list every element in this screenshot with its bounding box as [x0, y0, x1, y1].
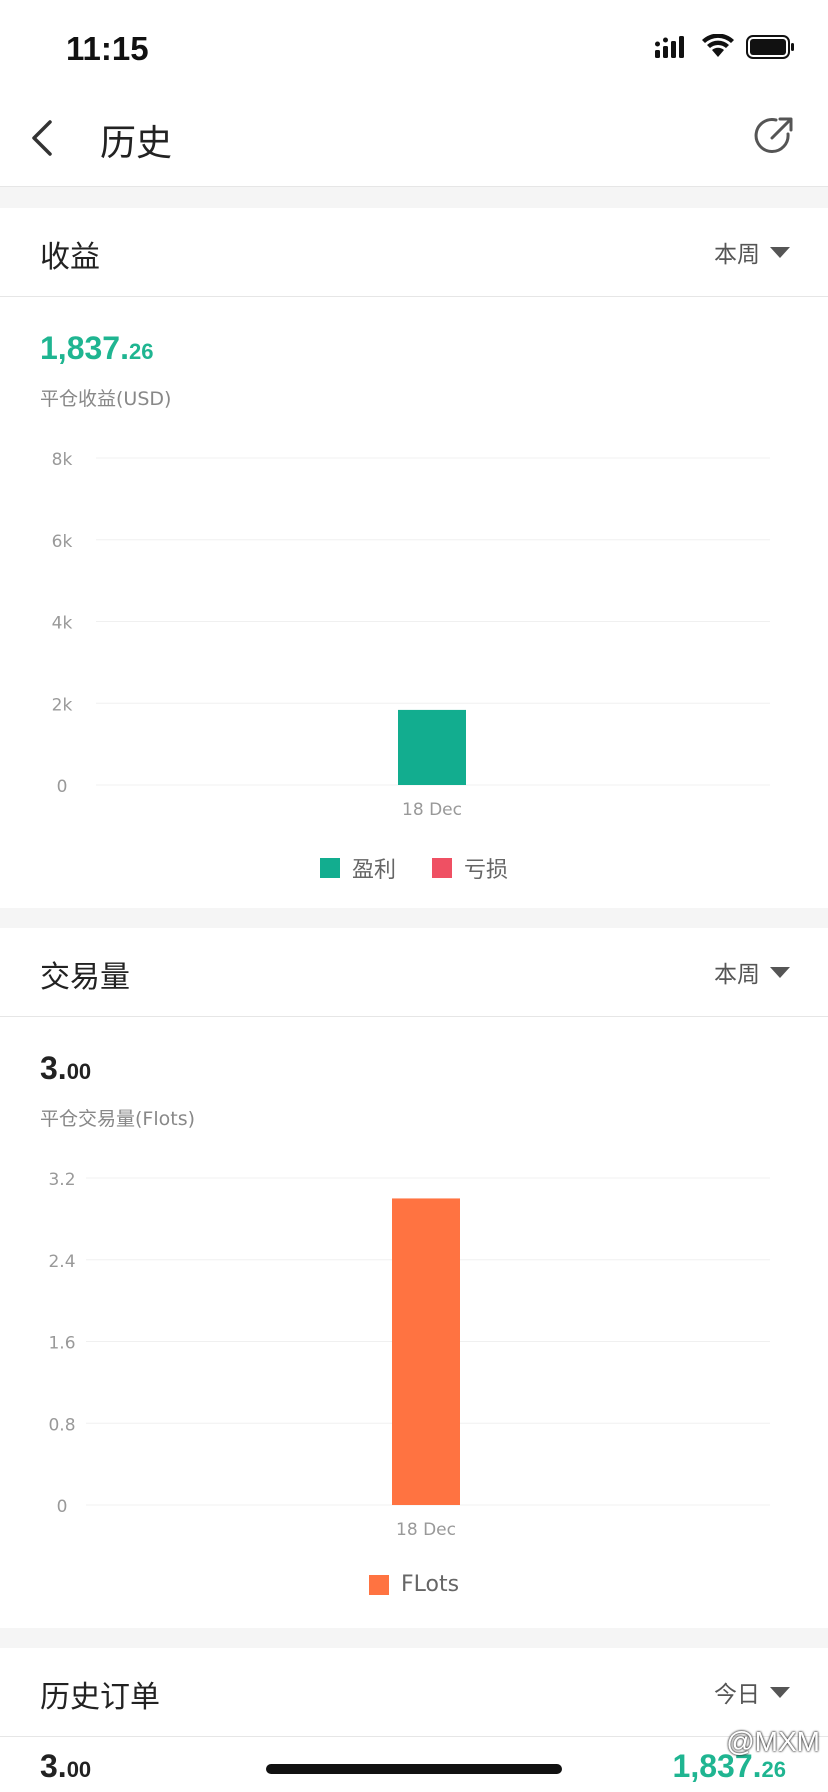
legend-label-profit: 盈利 — [351, 858, 396, 883]
status-icons — [654, 33, 796, 64]
wifi-icon — [701, 33, 734, 57]
x-tick-label: 18 Dec — [396, 1520, 456, 1540]
legend-swatch-profit — [319, 858, 340, 878]
share-arrow-icon[interactable] — [752, 114, 796, 158]
profit-bar-chart: 0 2k 4k 6k 8k 18 Dec — [52, 450, 770, 820]
volume-legend: FLots — [0, 1572, 828, 1597]
orders-card-header: 历史订单 今日 — [0, 1648, 828, 1737]
orders-card-title: 历史订单 — [40, 1680, 160, 1715]
orders-volume-dec: 00 — [66, 1757, 92, 1782]
bar-0 — [392, 1198, 460, 1505]
y-tick-label: 2k — [52, 695, 73, 715]
y-tick-label: 0.8 — [48, 1415, 75, 1435]
y-tick-label: 6k — [52, 532, 73, 552]
volume-bar-chart: 0 0.8 1.6 2.4 3.2 18 Dec — [48, 1170, 770, 1540]
volume-card: 交易量 本周 3.00 平仓交易量(Flots) 0 0.8 1.6 2.4 3.2 18… — [0, 928, 828, 1628]
caret-down-icon — [770, 1686, 790, 1698]
orders-period-label: 今日 — [714, 1682, 760, 1708]
legend-label-flots: FLots — [400, 1572, 460, 1597]
y-tick-label: 0 — [57, 1497, 68, 1517]
chevron-left-icon[interactable] — [24, 114, 64, 162]
y-tick-label: 1.6 — [48, 1334, 75, 1354]
orders-period-dropdown[interactable]: 今日 — [714, 1675, 790, 1709]
page-title: 历史 — [100, 123, 173, 164]
legend-item-loss: 亏损 — [432, 852, 508, 884]
orders-volume-value: 3.00 — [40, 1748, 91, 1785]
orders-profit-dec: 26 — [761, 1757, 786, 1782]
home-indicator[interactable] — [266, 1764, 562, 1774]
y-tick-label: 4k — [52, 614, 73, 634]
legend-label-loss: 亏损 — [464, 858, 509, 883]
battery-icon — [746, 35, 794, 59]
bar-0 — [398, 709, 466, 785]
profit-card: 收益 本周 1,837.26 平仓收益(USD) 0 2k 4k 6k 8k 18 Dec… — [0, 208, 828, 908]
nav-bar: 历史 — [0, 90, 828, 187]
y-tick-label: 8k — [52, 450, 73, 470]
legend-swatch-flots — [368, 1574, 389, 1595]
x-tick-label: 18 Dec — [402, 800, 462, 820]
y-tick-label: 3.2 — [48, 1170, 75, 1190]
status-time: 11:15 — [66, 30, 149, 67]
y-tick-label: 0 — [57, 777, 68, 797]
y-tick-label: 2.4 — [48, 1252, 75, 1272]
signal-icon — [654, 36, 684, 58]
profit-legend: 盈利 亏损 — [0, 852, 828, 884]
legend-item-flots: FLots — [368, 1572, 460, 1597]
watermark: @MXM — [726, 1726, 820, 1757]
status-bar: 11:15 — [0, 0, 828, 90]
legend-item-profit: 盈利 — [319, 852, 396, 884]
legend-swatch-loss — [432, 858, 452, 878]
orders-volume-int: 3. — [40, 1748, 67, 1784]
